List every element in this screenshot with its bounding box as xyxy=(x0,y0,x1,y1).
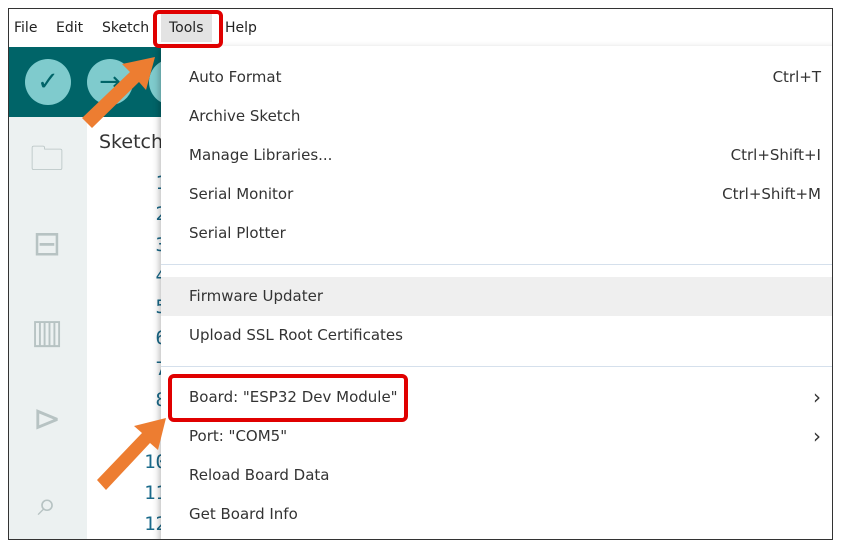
arrow-icon xyxy=(82,57,155,128)
annotation-arrows xyxy=(82,57,166,490)
arrow-icon xyxy=(97,418,166,490)
